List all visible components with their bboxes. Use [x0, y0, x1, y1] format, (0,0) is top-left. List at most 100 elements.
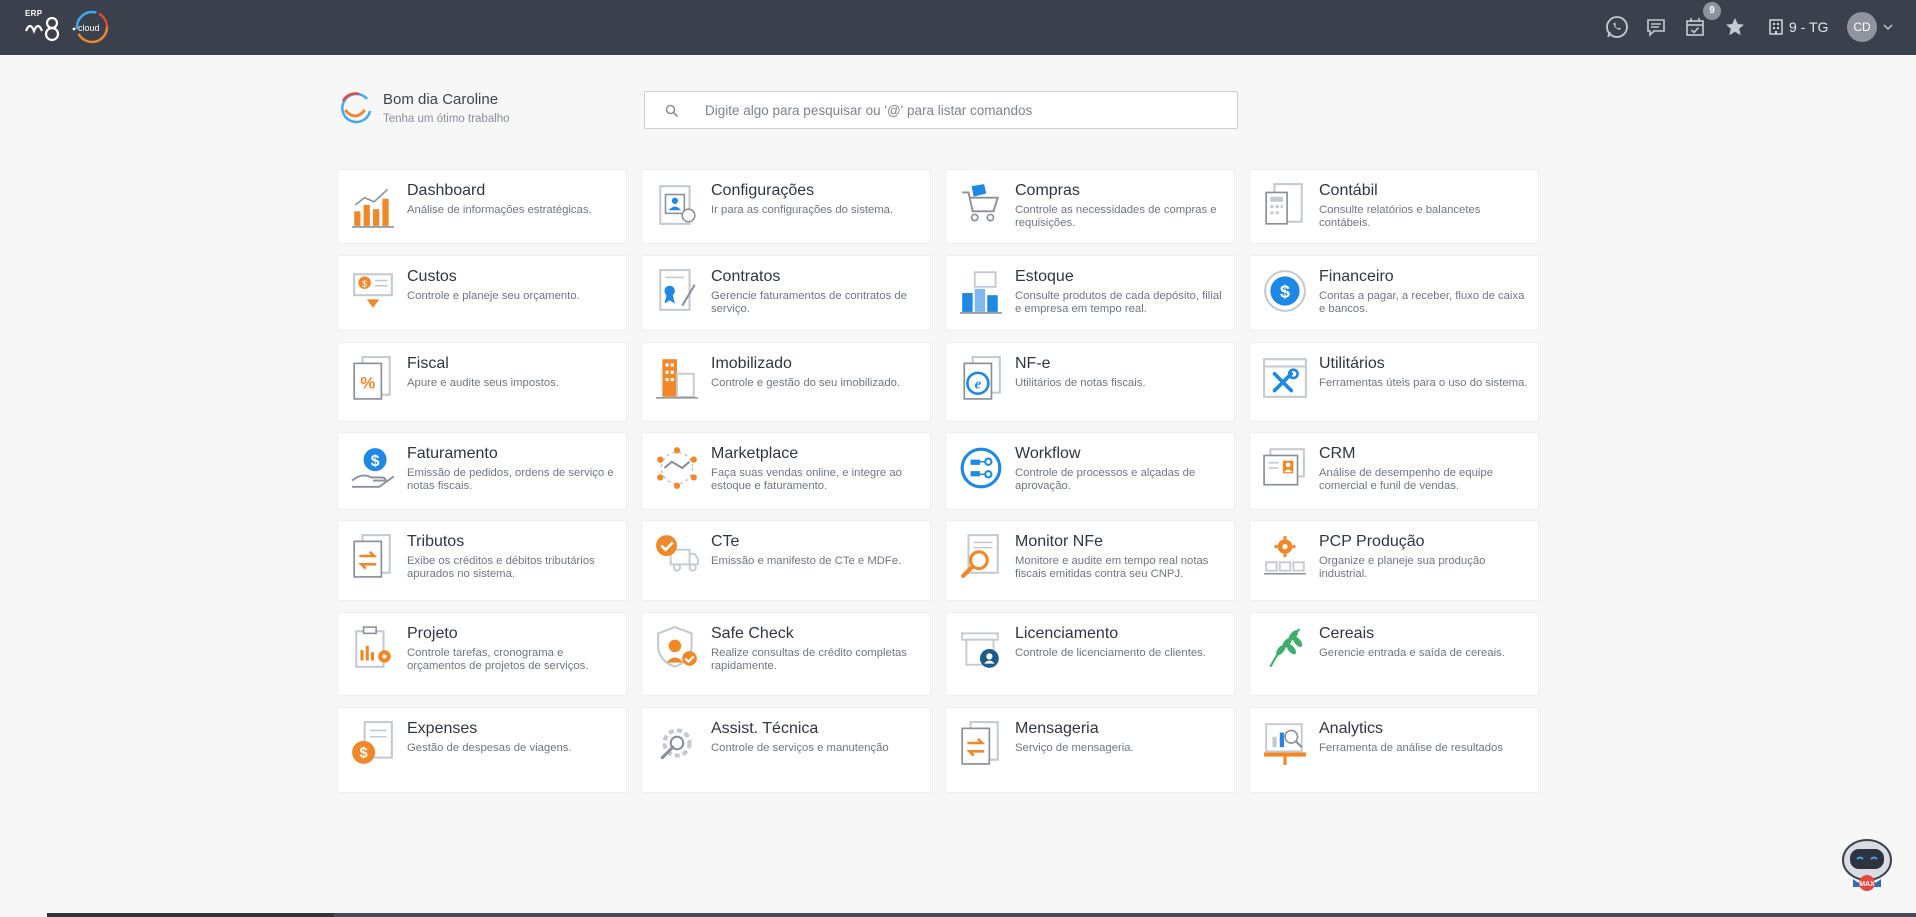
- module-card-licenciamento[interactable]: Licenciamento Controle de licenciamento d…: [945, 612, 1235, 696]
- hand-dollar-icon: $: [351, 448, 395, 488]
- m8-cloud-logo[interactable]: ERP cloud: [22, 7, 114, 47]
- module-description: Controle de licenciamento de clientes.: [1015, 647, 1206, 659]
- chevron-down-icon[interactable]: [1882, 21, 1894, 33]
- module-title: Dashboard: [407, 182, 486, 199]
- company-label: 9 - TG: [1789, 19, 1829, 35]
- module-card-contratos[interactable]: Contratos Gerencie faturamentos de contra…: [641, 255, 931, 331]
- module-title: Cereais: [1319, 625, 1375, 642]
- calendar-check-icon[interactable]: [1682, 14, 1708, 40]
- analytics-board-icon: [1264, 723, 1306, 765]
- svg-text:cloud: cloud: [78, 23, 100, 33]
- search-icon: [665, 104, 679, 118]
- module-card-faturamento[interactable]: $ Faturamento Emissão de pedidos, ordens d…: [337, 432, 627, 510]
- module-description: Emissão e manifesto de CTe e MDFe.: [711, 555, 902, 567]
- module-card-utilit-rios[interactable]: Utilitários Ferramentas úteis para o uso …: [1249, 342, 1539, 422]
- module-description: Organize e planeje sua produção industri…: [1319, 555, 1486, 580]
- module-card-nf-e[interactable]: e NF-e Utilitários de notas fiscais.: [945, 342, 1235, 422]
- module-title: Configurações: [711, 182, 815, 199]
- module-card-tributos[interactable]: Tributos Exibe os créditos e débitos trib…: [337, 520, 627, 601]
- message-transfer-icon: [961, 721, 999, 765]
- module-card-assist-t-cnica[interactable]: Assist. Técnica Controle de serviços e ma…: [641, 707, 931, 793]
- truck-check-icon: [656, 535, 699, 572]
- module-title: Contratos: [711, 268, 781, 285]
- module-title: Estoque: [1015, 268, 1074, 285]
- module-title: Monitor NFe: [1015, 533, 1104, 550]
- module-card-estoque[interactable]: Estoque Consulte produtos de cada depósit…: [945, 255, 1235, 331]
- module-card-analytics[interactable]: Analytics Ferramenta de análise de result…: [1249, 707, 1539, 793]
- handshake-network-icon: [657, 447, 697, 489]
- module-description: Controle as necessidades de compras e re…: [1015, 204, 1217, 229]
- module-title: Safe Check: [711, 625, 794, 642]
- module-card-mensageria[interactable]: Mensageria Serviço de mensageria.: [945, 707, 1235, 793]
- module-card-expenses[interactable]: $ Expenses Gestão de despesas de viagens.: [337, 707, 627, 793]
- cost-monitor-icon: $: [353, 273, 393, 308]
- license-badge-icon: [961, 632, 999, 668]
- module-card-cont-bil[interactable]: Contábil Consulte relatórios e balancetes…: [1249, 169, 1539, 244]
- module-card-projeto[interactable]: Projeto Controle tarefas, cronograma e or…: [337, 612, 627, 696]
- module-description: Emissão de pedidos, ordens de serviço e …: [407, 467, 614, 492]
- module-description: Utilitários de notas fiscais.: [1015, 377, 1146, 389]
- workflow-circle-icon: [960, 447, 1002, 489]
- calculator-document-icon: [1265, 183, 1303, 225]
- module-card-custos[interactable]: $ Custos Controle e planeje seu orçamento.: [337, 255, 627, 331]
- module-card-cereais[interactable]: Cereais Gerencie entrada e saída de cerea…: [1249, 612, 1539, 696]
- module-description: Ferramenta de análise de resultados: [1319, 742, 1503, 754]
- tools-icon: [1263, 358, 1307, 398]
- module-card-pcp-produ-o[interactable]: PCP Produção Organize e planeje sua produ…: [1249, 520, 1539, 601]
- robot-assistant-icon: MAX: [1842, 839, 1892, 891]
- clipboard-gear-icon: [355, 626, 391, 668]
- chat-icon[interactable]: [1643, 14, 1669, 40]
- greeting-smile-icon: [341, 92, 372, 124]
- assistant-max[interactable]: MAX: [1838, 835, 1896, 893]
- module-title: CRM: [1319, 445, 1356, 462]
- module-card-imobilizado[interactable]: Imobilizado Controle e gestão do seu imob…: [641, 342, 931, 422]
- module-card-cte[interactable]: CTe Emissão e manifesto de CTe e MDFe.: [641, 520, 931, 601]
- module-description: Controle tarefas, cronograma e orçamento…: [407, 647, 589, 672]
- module-title: Expenses: [407, 720, 478, 737]
- svg-text:$: $: [371, 453, 380, 470]
- module-description: Controle e planeje seu orçamento.: [407, 290, 580, 302]
- greeting-subtitle: Tenha um ótimo trabalho: [383, 113, 510, 125]
- svg-text:$: $: [362, 278, 368, 289]
- search-input[interactable]: [705, 92, 1225, 128]
- module-title: Tributos: [407, 533, 465, 550]
- svg-text:$: $: [1280, 281, 1290, 301]
- module-card-monitor-nfe[interactable]: Monitor NFe Monitore e audite em tempo re…: [945, 520, 1235, 601]
- module-description: Apure e audite seus impostos.: [407, 377, 559, 389]
- star-icon[interactable]: [1722, 14, 1748, 40]
- settings-profile-icon: [659, 185, 696, 225]
- module-title: Compras: [1015, 182, 1080, 199]
- module-card-workflow[interactable]: Workflow Controle de processos e alçadas …: [945, 432, 1235, 510]
- assistant-label: MAX: [1859, 881, 1875, 888]
- module-title: Analytics: [1319, 720, 1384, 737]
- module-description: Análise de informações estratégicas.: [407, 204, 592, 216]
- notification-badge: 9: [1703, 2, 1721, 20]
- warehouse-boxes-icon: [960, 271, 1002, 314]
- module-card-financeiro[interactable]: $ Financeiro Contas a pagar, a receber, fl…: [1249, 255, 1539, 331]
- dollar-circle-icon: $: [1264, 270, 1306, 312]
- building-asset-icon: [656, 359, 698, 399]
- module-title: Custos: [407, 268, 457, 285]
- tax-transfer-icon: [353, 534, 391, 578]
- module-card-marketplace[interactable]: Marketplace Faça suas vendas online, e in…: [641, 432, 931, 510]
- module-card-fiscal[interactable]: % Fiscal Apure e audite seus impostos.: [337, 342, 627, 422]
- tax-percent-icon: %: [353, 356, 391, 400]
- user-avatar[interactable]: CD: [1847, 12, 1877, 42]
- magnifier-document-icon: [961, 534, 999, 578]
- module-title: Utilitários: [1319, 355, 1385, 372]
- whatsapp-icon[interactable]: [1604, 14, 1630, 40]
- svg-text:%: %: [360, 373, 375, 392]
- module-card-safe-check[interactable]: Safe Check Realize consultas de crédito c…: [641, 612, 931, 696]
- svg-text:$: $: [360, 746, 368, 762]
- svg-text:e: e: [975, 376, 982, 392]
- crm-card-icon: [1263, 448, 1305, 486]
- module-description: Controle de processos e alçadas de aprov…: [1015, 467, 1196, 492]
- module-card-compras[interactable]: Compras Controle as necessidades de compr…: [945, 169, 1235, 244]
- company-selector[interactable]: 9 - TG: [1769, 17, 1828, 37]
- module-card-dashboard[interactable]: Dashboard Análise de informações estratég…: [337, 169, 627, 244]
- module-title: Financeiro: [1319, 268, 1394, 285]
- module-title: Faturamento: [407, 445, 498, 462]
- module-card-configura-es[interactable]: Configurações Ir para as configurações do…: [641, 169, 931, 244]
- top-bar: ERP cloud 9 9 - TG CD: [0, 0, 1916, 55]
- module-card-crm[interactable]: CRM Análise de desempenho de equipe comer…: [1249, 432, 1539, 510]
